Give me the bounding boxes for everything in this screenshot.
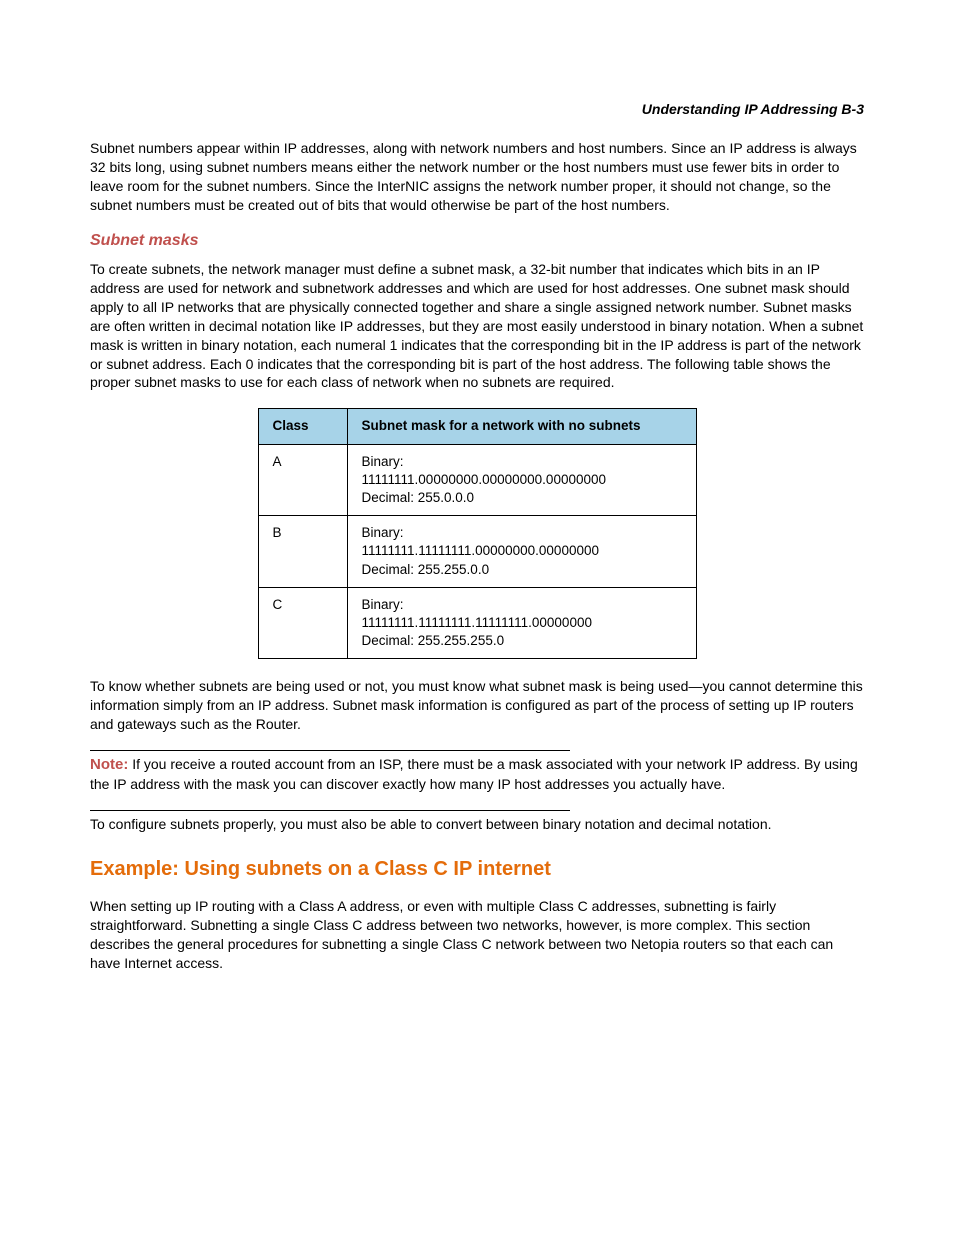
- subnet-mask-table: Class Subnet mask for a network with no …: [258, 408, 697, 659]
- binary-label: Binary:: [362, 597, 404, 612]
- binary-value: 11111111.00000000.00000000.00000000: [362, 472, 607, 487]
- subnet-masks-paragraph-3: To configure subnets properly, you must …: [90, 815, 864, 834]
- example-heading: Example: Using subnets on a Class C IP i…: [90, 856, 864, 883]
- table-row: C Binary: 11111111.11111111.11111111.000…: [258, 587, 696, 659]
- table-header-mask: Subnet mask for a network with no subnet…: [347, 409, 696, 444]
- decimal-value: Decimal: 255.255.0.0: [362, 562, 490, 577]
- table-cell-mask: Binary: 11111111.11111111.11111111.00000…: [347, 587, 696, 659]
- table-cell-mask: Binary: 11111111.00000000.00000000.00000…: [347, 444, 696, 516]
- table-row: B Binary: 11111111.11111111.00000000.000…: [258, 516, 696, 588]
- table-cell-class: A: [258, 444, 347, 516]
- note-rule-top: [90, 750, 570, 751]
- table-header-row: Class Subnet mask for a network with no …: [258, 409, 696, 444]
- page-header: Understanding IP Addressing B-3: [90, 100, 864, 119]
- subnet-masks-paragraph-2: To know whether subnets are being used o…: [90, 677, 864, 734]
- table-row: A Binary: 11111111.00000000.00000000.000…: [258, 444, 696, 516]
- table-cell-mask: Binary: 11111111.11111111.00000000.00000…: [347, 516, 696, 588]
- subnet-masks-paragraph-1: To create subnets, the network manager m…: [90, 260, 864, 392]
- note-rule-bottom: [90, 810, 570, 811]
- table-cell-class: B: [258, 516, 347, 588]
- binary-value: 11111111.11111111.11111111.00000000: [362, 615, 592, 630]
- intro-paragraph: Subnet numbers appear within IP addresse…: [90, 139, 864, 215]
- example-paragraph-1: When setting up IP routing with a Class …: [90, 897, 864, 973]
- table-cell-class: C: [258, 587, 347, 659]
- binary-label: Binary:: [362, 454, 404, 469]
- binary-label: Binary:: [362, 525, 404, 540]
- binary-value: 11111111.11111111.00000000.00000000: [362, 543, 599, 558]
- table-header-class: Class: [258, 409, 347, 444]
- decimal-value: Decimal: 255.0.0.0: [362, 490, 475, 505]
- subnet-masks-heading: Subnet masks: [90, 230, 864, 252]
- note-paragraph: Note: If you receive a routed account fr…: [90, 755, 864, 794]
- note-body: If you receive a routed account from an …: [90, 756, 858, 792]
- note-label: Note:: [90, 756, 128, 773]
- decimal-value: Decimal: 255.255.255.0: [362, 633, 505, 648]
